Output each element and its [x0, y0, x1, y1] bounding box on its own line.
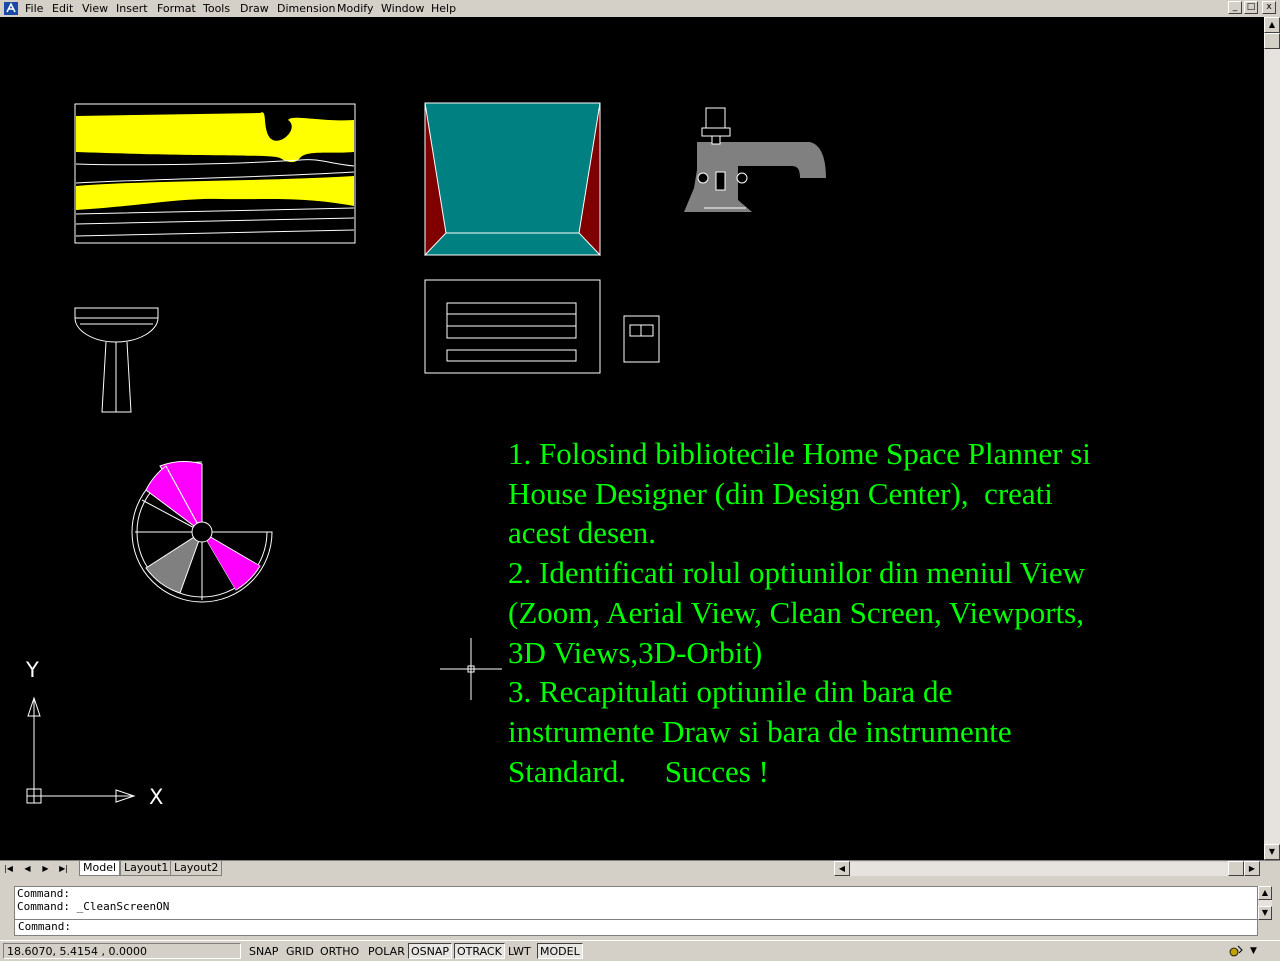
menu-view[interactable]: View — [82, 2, 108, 15]
crosshair-cursor-icon — [440, 638, 502, 700]
tab-layout2[interactable]: Layout2 — [170, 861, 223, 876]
menu-edit[interactable]: Edit — [52, 2, 73, 15]
model-toggle[interactable]: MODEL — [537, 943, 583, 959]
next-tab-icon[interactable]: ▶ — [37, 862, 54, 876]
command-history-line: Command: _CleanScreenON — [17, 900, 170, 913]
command-scrollbar[interactable]: ▲ ▼ — [1258, 886, 1272, 920]
switch-drawing — [623, 315, 660, 363]
command-scroll-down-icon[interactable]: ▼ — [1258, 906, 1272, 920]
osnap-toggle[interactable]: OSNAP — [408, 943, 453, 959]
menu-help[interactable]: Help — [431, 2, 456, 15]
ucs-icon — [26, 696, 136, 804]
scroll-left-arrow-icon[interactable]: ◀ — [834, 861, 850, 876]
polar-toggle[interactable]: POLAR — [365, 943, 408, 959]
drawing-canvas[interactable]: 1. Folosind bibliotecile Home Space Plan… — [0, 17, 1264, 860]
grid-toggle[interactable]: GRID — [283, 943, 317, 959]
ortho-toggle[interactable]: ORTHO — [317, 943, 362, 959]
snap-toggle[interactable]: SNAP — [246, 943, 281, 959]
instructions-text: 1. Folosind bibliotecile Home Space Plan… — [508, 436, 1091, 789]
command-history[interactable]: Command: Command: _CleanScreenON — [14, 886, 1258, 920]
menu-window[interactable]: Window — [381, 2, 424, 15]
marble-block-drawing — [74, 103, 356, 244]
command-input[interactable]: Command: — [14, 920, 1258, 936]
scroll-up-arrow-icon[interactable]: ▲ — [1264, 17, 1280, 33]
ucs-x-label: X — [149, 785, 164, 809]
last-tab-icon[interactable]: ▶| — [55, 862, 72, 876]
otrack-toggle[interactable]: OTRACK — [454, 943, 505, 959]
menu-bar: File Edit View Insert Format Tools Draw … — [0, 0, 1280, 17]
menu-format[interactable]: Format — [157, 2, 196, 15]
command-history-line: Command: — [17, 887, 70, 900]
bathtub-drawing — [424, 102, 601, 257]
restore-button[interactable]: □ — [1244, 1, 1258, 14]
cabinet-drawing — [424, 279, 601, 374]
faucet-drawing — [684, 107, 826, 212]
scroll-right-arrow-icon[interactable]: ▶ — [1244, 861, 1260, 876]
menu-dimension[interactable]: Dimension — [277, 2, 335, 15]
status-bar: 18.6070, 5.4154 , 0.0000 SNAP GRID ORTHO… — [0, 940, 1280, 961]
first-tab-icon[interactable]: |◀ — [0, 862, 17, 876]
status-menu-arrow-icon[interactable]: ▼ — [1250, 943, 1257, 959]
menu-draw[interactable]: Draw — [240, 2, 269, 15]
tray-settings-icon[interactable] — [1228, 944, 1244, 958]
menu-file[interactable]: File — [25, 2, 43, 15]
autocad-app-icon[interactable] — [4, 2, 18, 15]
vertical-scrollbar[interactable]: ▲ ▼ — [1264, 17, 1280, 860]
tab-layout1[interactable]: Layout1 — [120, 861, 173, 876]
menu-modify[interactable]: Modify — [337, 2, 373, 15]
horizontal-scrollbar[interactable]: ◀ ▶ — [834, 861, 1260, 876]
close-button[interactable]: x — [1262, 1, 1276, 14]
ucs-y-label: Y — [26, 658, 39, 682]
lwt-toggle[interactable]: LWT — [505, 943, 534, 959]
minimize-button[interactable]: _ — [1228, 1, 1242, 14]
layout-tab-bar: |◀ ◀ ▶ ▶| Model Layout1 Layout2 ◀ ▶ — [0, 860, 1280, 877]
pedestal-sink-drawing — [74, 307, 159, 413]
command-scroll-up-icon[interactable]: ▲ — [1258, 886, 1272, 900]
coordinate-readout[interactable]: 18.6070, 5.4154 , 0.0000 — [3, 943, 241, 959]
scroll-down-arrow-icon[interactable]: ▼ — [1264, 844, 1280, 860]
menu-insert[interactable]: Insert — [116, 2, 148, 15]
prev-tab-icon[interactable]: ◀ — [19, 862, 36, 876]
spiral-stair-drawing — [131, 461, 273, 603]
tab-model[interactable]: Model — [79, 861, 121, 876]
horizontal-scroll-thumb[interactable] — [1228, 861, 1244, 876]
vertical-scroll-thumb[interactable] — [1264, 33, 1280, 49]
menu-tools[interactable]: Tools — [203, 2, 230, 15]
